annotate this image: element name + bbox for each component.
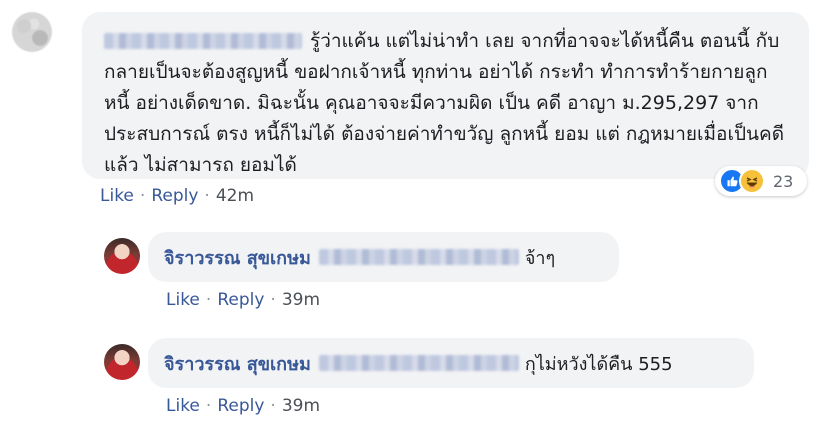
reply-link[interactable]: Reply: [217, 396, 264, 416]
blurred-mention[interactable]: [318, 249, 519, 265]
reply-link[interactable]: Reply: [217, 290, 264, 310]
like-link[interactable]: Like: [166, 290, 200, 310]
separator-dot: ·: [205, 290, 212, 310]
reply-text: จ้าๆ: [524, 247, 556, 269]
reply-bubble: จิราวรรณ สุขเกษม จ้าๆ: [148, 232, 619, 282]
separator-dot: ·: [139, 186, 146, 206]
comment-body: รู้ว่าแค้น แต่ไม่น่าทำ เลย จากที่อาจจะได…: [104, 26, 791, 181]
blurred-mention[interactable]: [318, 355, 519, 371]
reply-actions: Like · Reply · 39m: [166, 290, 320, 310]
reply-author[interactable]: จิราวรรณ สุขเกษม: [164, 243, 311, 272]
reply-avatar[interactable]: [104, 238, 140, 274]
reply-actions: Like · Reply · 39m: [166, 396, 320, 416]
reply-link[interactable]: Reply: [151, 186, 198, 206]
reply-avatar[interactable]: [104, 344, 140, 380]
separator-dot: ·: [204, 186, 210, 206]
blurred-commenter-name[interactable]: [104, 33, 302, 49]
separator-dot: ·: [205, 396, 212, 416]
timestamp[interactable]: 42m: [216, 186, 254, 206]
separator-dot: ·: [270, 290, 276, 310]
separator-dot: ·: [270, 396, 276, 416]
reply-text: กุไม่หวังได้คืน 555: [524, 353, 673, 375]
reaction-count: 23: [773, 171, 794, 191]
haha-reaction-icon: [739, 168, 765, 194]
comment-bubble: รู้ว่าแค้น แต่ไม่น่าทำ เลย จากที่อาจจะได…: [82, 12, 809, 179]
reply-author[interactable]: จิราวรรณ สุขเกษม: [164, 349, 311, 378]
reaction-summary[interactable]: 23: [715, 166, 807, 196]
timestamp[interactable]: 39m: [282, 290, 320, 310]
comment-text: รู้ว่าแค้น แต่ไม่น่าทำ เลย จากที่อาจจะได…: [104, 30, 785, 176]
like-link[interactable]: Like: [166, 396, 200, 416]
commenter-avatar[interactable]: [12, 12, 52, 52]
like-link[interactable]: Like: [100, 186, 134, 206]
timestamp[interactable]: 39m: [282, 396, 320, 416]
comment-actions: Like · Reply · 42m: [100, 186, 254, 206]
reply-bubble: จิราวรรณ สุขเกษม กุไม่หวังได้คืน 555: [148, 338, 754, 388]
